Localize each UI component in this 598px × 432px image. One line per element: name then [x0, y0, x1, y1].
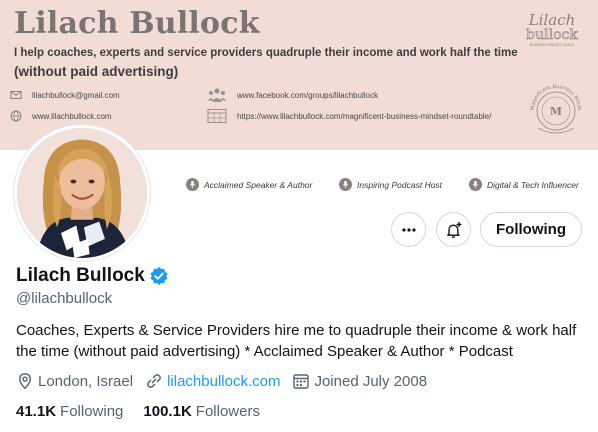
badge-label: Acclaimed Speaker & Author — [204, 179, 313, 190]
banner-facebook: www.facebook.com/groups/lilachbullock — [237, 90, 378, 100]
profile-meta: London, Israel lilachbullock.com Joined … — [16, 372, 439, 390]
profile-name: Lilach Bullock — [16, 265, 145, 286]
banner-title: Lilach Bullock — [14, 6, 260, 41]
link-icon — [147, 374, 161, 388]
badge-speaker: Acclaimed Speaker & Author — [186, 178, 312, 191]
roundtable-seal: Magnificent Business Mindset M — [522, 74, 588, 140]
svg-text:BUSINESS MINDSET COACH: BUSINESS MINDSET COACH — [530, 43, 574, 47]
profile-handle: @lilachbullock — [16, 290, 113, 307]
calendar-grid-icon — [207, 108, 227, 124]
verified-badge-icon — [149, 266, 169, 286]
profile-bio: Coaches, Experts & Service Providers hir… — [16, 322, 577, 360]
svg-text:M: M — [550, 105, 562, 118]
brand-logo: Lilach bullock BUSINESS MINDSET COACH — [516, 8, 588, 48]
globe-icon — [10, 110, 22, 122]
followers-stat[interactable]: 100.1K Followers — [143, 403, 260, 420]
banner-facebook-line: www.facebook.com/groups/lilachbullock — [207, 87, 378, 103]
followers-label: Followers — [195, 403, 260, 420]
banner-email: lilachbullock@gmail.com — [32, 90, 120, 100]
banner-roundtable-link: https://www.lilachbullock.com/magnificen… — [237, 111, 492, 121]
svg-text:bullock: bullock — [526, 27, 578, 43]
banner-website-line: www.lilachbullock.com — [10, 110, 112, 122]
badge-label: Digital & Tech Influencer — [487, 179, 579, 190]
envelope-icon — [10, 89, 22, 101]
website-link[interactable]: lilachbullock.com — [167, 373, 280, 390]
microphone-icon — [186, 178, 199, 191]
followers-count: 100.1K — [143, 403, 192, 420]
banner-tagline-secondary: (without paid advertising) — [14, 64, 179, 79]
following-label: Following — [60, 403, 124, 420]
banner-email-line: lilachbullock@gmail.com — [10, 89, 120, 101]
bell-plus-icon — [446, 221, 461, 238]
badge-podcast: Inspiring Podcast Host — [339, 178, 442, 191]
location-item: London, Israel — [16, 372, 133, 390]
following-button[interactable]: Following — [480, 212, 582, 247]
banner-website: www.lilachbullock.com — [32, 111, 112, 121]
joined-item: Joined July 2008 — [292, 372, 427, 390]
notify-button[interactable] — [436, 212, 471, 247]
more-options-button[interactable] — [391, 212, 426, 247]
badge-influencer: Digital & Tech Influencer — [469, 178, 579, 191]
calendar-icon — [293, 374, 310, 389]
profile-avatar[interactable] — [14, 125, 150, 261]
banner-badges: Acclaimed Speaker & Author Inspiring Pod… — [186, 178, 592, 192]
location-text: London, Israel — [38, 372, 134, 390]
group-icon — [207, 87, 227, 103]
microphone-icon — [469, 178, 482, 191]
microphone-icon — [339, 178, 352, 191]
website-item: lilachbullock.com — [145, 372, 280, 390]
joined-text: Joined July 2008 — [314, 372, 428, 390]
banner-roundtable-line: https://www.lilachbullock.com/magnificen… — [207, 108, 491, 124]
banner-tagline: I help coaches, experts and service prov… — [14, 47, 518, 59]
following-count: 41.1K — [16, 403, 57, 420]
profile-stats: 41.1K Following 100.1K Followers — [16, 403, 280, 420]
badge-label: Inspiring Podcast Host — [357, 179, 443, 190]
profile-name-row: Lilach Bullock — [16, 265, 169, 287]
following-stat[interactable]: 41.1K Following — [16, 403, 123, 420]
more-dots-icon — [401, 227, 416, 232]
location-pin-icon — [19, 373, 31, 390]
